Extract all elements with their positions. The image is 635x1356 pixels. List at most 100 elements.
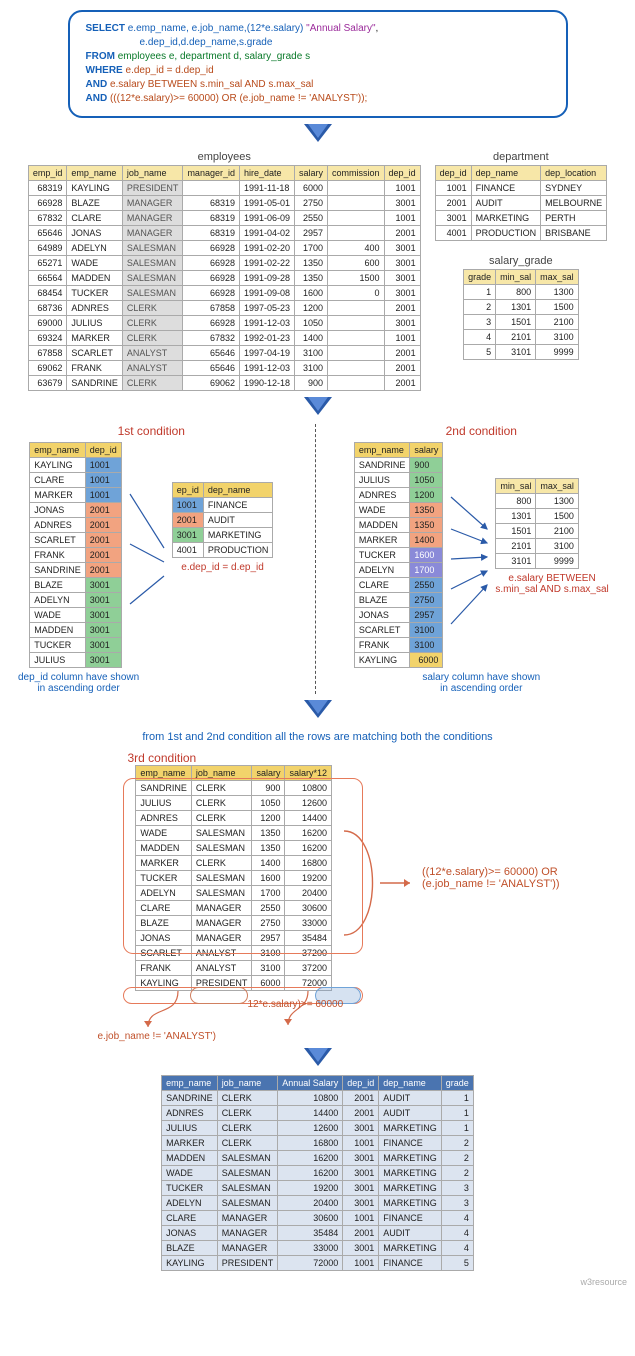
cell: WADE — [30, 608, 86, 623]
cell: JULIUS — [136, 796, 192, 811]
cell: CLERK — [191, 796, 252, 811]
cell: 16200 — [285, 826, 332, 841]
cell: 3001 — [384, 256, 420, 271]
cell — [328, 196, 385, 211]
cell: TUCKER — [354, 548, 410, 563]
cell: MADDEN — [67, 271, 123, 286]
table-row: JONAS2957 — [354, 608, 443, 623]
cell: 2001 — [85, 533, 121, 548]
sql-and1: AND — [86, 79, 108, 90]
table-row: FRANK3100 — [354, 638, 443, 653]
cell: 2 — [441, 1151, 473, 1166]
table-row: ADNRESCLERK120014400 — [136, 811, 332, 826]
cell: 900 — [295, 376, 328, 391]
cell: 65646 — [183, 346, 240, 361]
table-row: ADELYNSALESMAN170020400 — [136, 886, 332, 901]
cell: 900 — [410, 458, 443, 473]
cell: MANAGER — [217, 1226, 278, 1241]
table-row: JONASMANAGER295735484 — [136, 931, 332, 946]
cell: 2001 — [384, 361, 420, 376]
cell: 66928 — [183, 286, 240, 301]
table-row: SCARLET3100 — [354, 623, 443, 638]
table-row: 65271WADESALESMAN669281991-02-2213506003… — [28, 256, 420, 271]
column-header: grade — [464, 270, 496, 285]
cell: ADELYN — [354, 563, 410, 578]
cell: 10800 — [285, 781, 332, 796]
cell: 1700 — [252, 886, 285, 901]
table-row: 69000JULIUSCLERK669281991-12-0310503001 — [28, 316, 420, 331]
cell: 65271 — [28, 256, 67, 271]
cell: 3001 — [85, 638, 121, 653]
column-header: emp_id — [28, 166, 67, 181]
sql-from: FROM — [86, 51, 115, 62]
cell: SANDRINE — [30, 563, 86, 578]
cell: 1500 — [536, 300, 579, 315]
cell: MARKETING — [379, 1121, 442, 1136]
table-row: KAYLING6000 — [354, 653, 443, 668]
table-row: BLAZEMANAGER275033000 — [136, 916, 332, 931]
cell: 35484 — [278, 1226, 343, 1241]
cell: 1991-12-03 — [239, 361, 294, 376]
cell: 3001 — [384, 241, 420, 256]
cell: 33000 — [285, 916, 332, 931]
cell: 68319 — [28, 181, 67, 196]
cell: CLARE — [30, 473, 86, 488]
cell: AUDIT — [379, 1226, 442, 1241]
cell: SALESMAN — [191, 871, 252, 886]
table-row: 15012100 — [496, 524, 579, 539]
cell: JULIUS — [162, 1121, 218, 1136]
column-header: emp_name — [162, 1076, 218, 1091]
cell: 68319 — [183, 226, 240, 241]
column-header: dep_name — [471, 166, 541, 181]
table-row: 1001FINANCE — [172, 498, 273, 513]
cell: PRESIDENT — [122, 181, 183, 196]
cell: MARKETING — [203, 528, 273, 543]
cell: JONAS — [67, 226, 123, 241]
table-row: 3001MARKETING — [172, 528, 273, 543]
cell: SANDRINE — [354, 458, 410, 473]
column-header: dep_location — [541, 166, 607, 181]
column-header: manager_id — [183, 166, 240, 181]
cell: 16200 — [285, 841, 332, 856]
cell: MANAGER — [191, 901, 252, 916]
table-row: 2001AUDITMELBOURNE — [435, 196, 607, 211]
table-row: MADDEN1350 — [354, 518, 443, 533]
cell: 2550 — [295, 211, 328, 226]
column-header: dep_id — [435, 166, 471, 181]
sql-query-box: SELECT e.emp_name, e.job_name,(12*e.sala… — [68, 10, 568, 118]
cell: 16200 — [278, 1151, 343, 1166]
cell: WADE — [136, 826, 192, 841]
table-row: 66564MADDENSALESMAN669281991-09-28135015… — [28, 271, 420, 286]
cell: 66928 — [183, 241, 240, 256]
cell — [328, 376, 385, 391]
cell: CLERK — [217, 1106, 278, 1121]
cell: ADNRES — [162, 1106, 218, 1121]
cell: 72000 — [285, 976, 332, 991]
cell: 3 — [441, 1196, 473, 1211]
cell: MARKER — [67, 331, 123, 346]
table-row: 4001PRODUCTIONBRISBANE — [435, 226, 607, 241]
cell: 3001 — [343, 1241, 379, 1256]
cell: 1500 — [328, 271, 385, 286]
table-row: 68454TUCKERSALESMAN669281991-09-08160003… — [28, 286, 420, 301]
cell: CLERK — [217, 1136, 278, 1151]
join-lines-icon — [449, 479, 489, 629]
cell: MARKETING — [379, 1241, 442, 1256]
cell: 37200 — [285, 946, 332, 961]
cell: 2101 — [496, 330, 536, 345]
cell: 6000 — [295, 181, 328, 196]
cell: 3100 — [410, 623, 443, 638]
table-row: 69324MARKERCLERK678321992-01-2314001001 — [28, 331, 420, 346]
table-row: 65646JONASMANAGER683191991-04-0229572001 — [28, 226, 420, 241]
cell: 1301 — [496, 509, 536, 524]
cell: MANAGER — [217, 1211, 278, 1226]
cell: 67858 — [28, 346, 67, 361]
cell: 1997-04-19 — [239, 346, 294, 361]
cell: 1050 — [295, 316, 328, 331]
table-row: SANDRINE900 — [354, 458, 443, 473]
cell: FINANCE — [203, 498, 273, 513]
cell: 68736 — [28, 301, 67, 316]
table-row: 66928BLAZEMANAGER683191991-05-0127503001 — [28, 196, 420, 211]
cell: 2001 — [343, 1226, 379, 1241]
column-header: max_sal — [536, 270, 579, 285]
